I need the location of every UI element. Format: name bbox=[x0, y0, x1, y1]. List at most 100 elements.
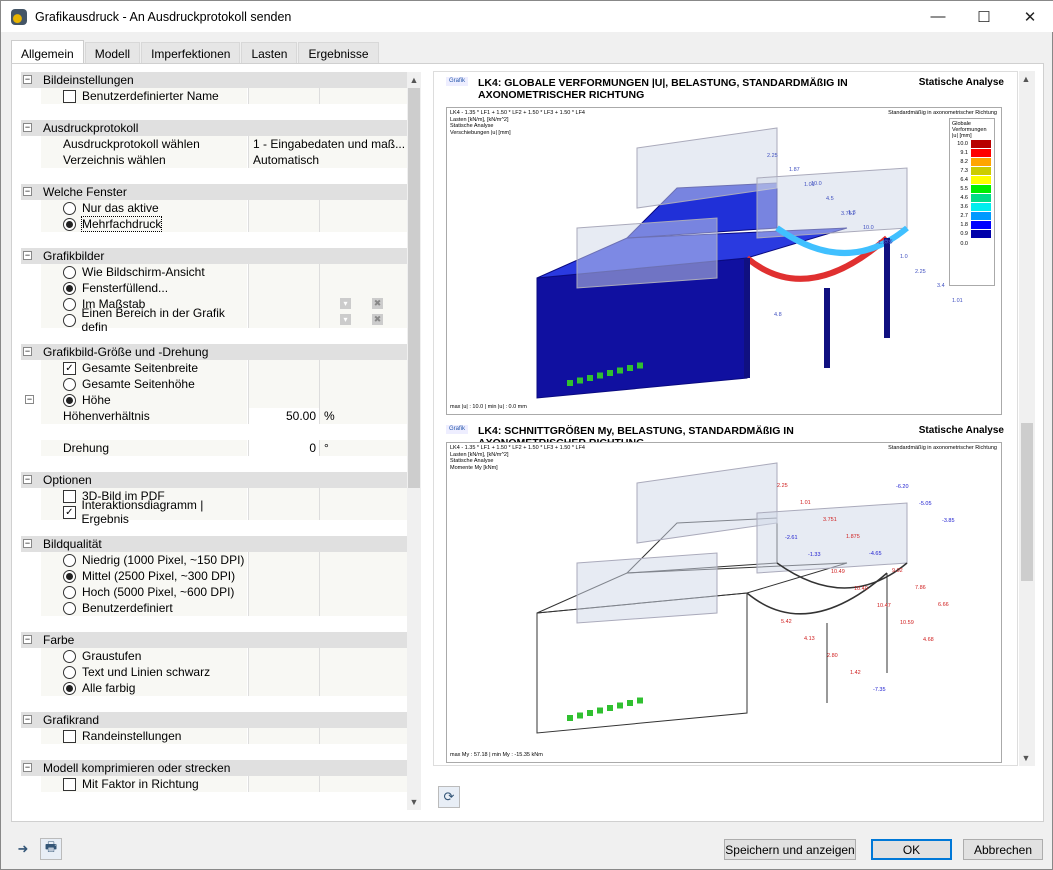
radio-button[interactable] bbox=[63, 601, 76, 615]
section-header[interactable]: − Grafikbilder bbox=[21, 248, 407, 264]
checkbox[interactable] bbox=[63, 89, 76, 103]
tab-lasten[interactable]: Lasten bbox=[241, 42, 298, 64]
radio-button[interactable] bbox=[63, 681, 76, 695]
radio-button[interactable] bbox=[63, 201, 76, 215]
radio-button[interactable] bbox=[63, 265, 76, 279]
save-and-show-button[interactable]: Speichern und anzeigen bbox=[724, 839, 856, 860]
radio-button[interactable] bbox=[63, 665, 76, 679]
radio-button[interactable] bbox=[63, 569, 76, 583]
setting-label[interactable]: Wie Bildschirm-Ansicht bbox=[82, 265, 205, 279]
setting-label[interactable]: Gesamte Seitenhöhe bbox=[82, 377, 195, 391]
pick-icon[interactable]: ▾ bbox=[340, 314, 351, 325]
checkbox[interactable] bbox=[63, 489, 76, 503]
setting-value[interactable]: 1 - Eingabedaten und maß... bbox=[248, 136, 407, 152]
delete-icon[interactable]: ✖ bbox=[372, 298, 383, 309]
setting-value[interactable]: Automatisch bbox=[248, 152, 407, 168]
radio-button[interactable] bbox=[63, 649, 76, 663]
scroll-up-icon[interactable]: ▲ bbox=[407, 72, 421, 88]
collapse-icon[interactable]: − bbox=[23, 75, 32, 84]
setting-label[interactable]: Randeinstellungen bbox=[82, 729, 181, 743]
collapse-icon[interactable]: − bbox=[23, 475, 32, 484]
pick-icon[interactable]: ▾ bbox=[340, 298, 351, 309]
scroll-thumb[interactable] bbox=[408, 88, 420, 488]
checkbox[interactable] bbox=[63, 777, 76, 791]
tab-allgemein[interactable]: Allgemein bbox=[11, 40, 84, 63]
section-header[interactable]: − Ausdruckprotokoll bbox=[21, 120, 407, 136]
setting-label[interactable]: Nur das aktive bbox=[82, 201, 159, 215]
setting-value-input[interactable]: 0 bbox=[248, 440, 319, 456]
setting-label[interactable]: Fensterfüllend... bbox=[82, 281, 168, 295]
collapse-icon[interactable]: − bbox=[23, 635, 32, 644]
setting-label[interactable]: Höhenverhältnis bbox=[63, 409, 150, 423]
radio-button[interactable] bbox=[63, 313, 76, 327]
section-header[interactable]: − Bildqualität bbox=[21, 536, 407, 552]
setting-label[interactable]: Drehung bbox=[63, 441, 109, 455]
setting-label[interactable]: Mittel (2500 Pixel, ~300 DPI) bbox=[82, 569, 235, 583]
maximize-button[interactable]: ☐ bbox=[961, 1, 1007, 32]
export-button[interactable]: ➜ bbox=[12, 838, 34, 860]
setting-label[interactable]: Höhe bbox=[82, 393, 111, 407]
tab-modell[interactable]: Modell bbox=[84, 42, 141, 64]
setting-label[interactable]: Benutzerdefiniert bbox=[82, 601, 173, 615]
minimize-button[interactable]: — bbox=[915, 1, 961, 32]
result-label: 7.86 bbox=[915, 585, 926, 591]
setting-label[interactable]: Hoch (5000 Pixel, ~600 DPI) bbox=[82, 585, 234, 599]
radio-button[interactable] bbox=[63, 553, 76, 567]
section-header[interactable]: − Welche Fenster bbox=[21, 184, 407, 200]
section-header[interactable]: − Optionen bbox=[21, 472, 407, 488]
collapse-icon[interactable]: − bbox=[23, 123, 32, 132]
collapse-icon[interactable]: − bbox=[23, 187, 32, 196]
tab-ergebnisse[interactable]: Ergebnisse bbox=[298, 42, 379, 64]
print-settings-button[interactable]: 🖶 bbox=[40, 838, 62, 860]
preview-scrollbar[interactable]: ▲ ▼ bbox=[1019, 71, 1035, 766]
setting-label[interactable]: Text und Linien schwarz bbox=[82, 665, 210, 679]
scroll-down-icon[interactable]: ▼ bbox=[1019, 750, 1033, 766]
collapse-icon[interactable]: − bbox=[23, 715, 32, 724]
tab-imperfektionen[interactable]: Imperfektionen bbox=[141, 42, 241, 64]
section-header[interactable]: − Grafikbild-Größe und -Drehung bbox=[21, 344, 407, 360]
setting-label[interactable]: Gesamte Seitenbreite bbox=[82, 361, 198, 375]
section-title: Grafikbild-Größe und -Drehung bbox=[43, 345, 209, 359]
setting-label[interactable]: Mehrfachdruck bbox=[80, 216, 163, 232]
radio-button[interactable] bbox=[63, 217, 76, 231]
section-header[interactable]: − Bildeinstellungen bbox=[21, 72, 407, 88]
radio-button[interactable] bbox=[63, 281, 76, 295]
collapse-icon[interactable]: − bbox=[23, 539, 32, 548]
collapse-icon[interactable]: − bbox=[23, 347, 32, 356]
tree-scrollbar[interactable]: ▲ ▼ bbox=[407, 72, 421, 810]
export-icon: ➜ bbox=[17, 841, 29, 856]
setting-label[interactable]: Graustufen bbox=[82, 649, 141, 663]
setting-label[interactable]: Alle farbig bbox=[82, 681, 135, 695]
support bbox=[577, 377, 583, 384]
setting-label[interactable]: Ausdruckprotokoll wählen bbox=[63, 137, 200, 151]
collapse-icon[interactable]: − bbox=[23, 763, 32, 772]
cancel-button[interactable]: Abbrechen bbox=[963, 839, 1043, 860]
setting-label[interactable]: Verzeichnis wählen bbox=[63, 153, 166, 167]
collapse-icon[interactable]: − bbox=[23, 251, 32, 260]
radio-button[interactable] bbox=[63, 377, 76, 391]
setting-label[interactable]: Benutzerdefinierter Name bbox=[82, 89, 219, 103]
setting-label[interactable]: Mit Faktor in Richtung bbox=[82, 777, 199, 791]
radio-button[interactable] bbox=[63, 297, 76, 311]
radio-button[interactable] bbox=[63, 585, 76, 599]
setting-label[interactable]: Niedrig (1000 Pixel, ~150 DPI) bbox=[82, 553, 244, 567]
checkbox[interactable]: ✓ bbox=[63, 361, 76, 375]
setting-value-input[interactable]: 50.00 bbox=[248, 408, 319, 424]
scroll-up-icon[interactable]: ▲ bbox=[1019, 71, 1033, 87]
section-header[interactable]: − Farbe bbox=[21, 632, 407, 648]
result-label: -3.85 bbox=[942, 518, 955, 524]
section-header[interactable]: − Grafikrand bbox=[21, 712, 407, 728]
radio-button[interactable] bbox=[63, 393, 76, 407]
scroll-down-icon[interactable]: ▼ bbox=[407, 794, 421, 810]
delete-icon[interactable]: ✖ bbox=[372, 314, 383, 325]
refresh-preview-button[interactable]: ⟳ bbox=[438, 786, 460, 808]
ok-button[interactable]: OK bbox=[871, 839, 952, 860]
checkbox[interactable]: ✓ bbox=[63, 505, 76, 519]
section-header[interactable]: − Modell komprimieren oder strecken bbox=[21, 760, 407, 776]
close-button[interactable]: ✕ bbox=[1007, 1, 1053, 32]
scroll-thumb[interactable] bbox=[1021, 423, 1033, 581]
checkbox[interactable] bbox=[63, 729, 76, 743]
setting-row: Benutzerdefiniert bbox=[21, 600, 407, 616]
result-label: 1.3 bbox=[848, 210, 856, 216]
collapse-icon[interactable]: − bbox=[25, 395, 34, 404]
